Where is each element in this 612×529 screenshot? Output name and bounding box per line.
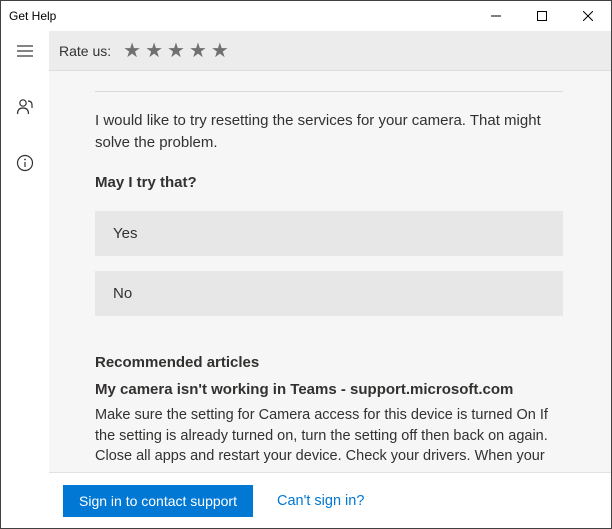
minimize-icon bbox=[491, 11, 501, 21]
cant-signin-link[interactable]: Can't sign in? bbox=[271, 487, 370, 515]
hamburger-icon bbox=[16, 42, 34, 60]
star-icon[interactable]: ★ bbox=[189, 41, 207, 61]
window-title: Get Help bbox=[9, 9, 56, 23]
star-icon[interactable]: ★ bbox=[145, 41, 163, 61]
menu-button[interactable] bbox=[1, 31, 49, 71]
body-wrap: I would like to try resetting the servic… bbox=[1, 71, 611, 528]
rating-stars: ★ ★ ★ ★ ★ bbox=[123, 41, 229, 61]
bottom-bar: Sign in to contact support Can't sign in… bbox=[49, 472, 611, 528]
rate-label: Rate us: bbox=[59, 43, 111, 59]
rate-bar: Rate us: ★ ★ ★ ★ ★ bbox=[1, 31, 611, 71]
close-icon bbox=[583, 11, 593, 21]
assistant-message: I would like to try resetting the servic… bbox=[95, 110, 563, 154]
article-title[interactable]: My camera isn't working in Teams - suppo… bbox=[95, 381, 563, 398]
signin-button[interactable]: Sign in to contact support bbox=[63, 485, 253, 517]
close-button[interactable] bbox=[565, 1, 611, 31]
option-yes-button[interactable]: Yes bbox=[95, 211, 563, 256]
divider bbox=[95, 91, 563, 92]
star-icon[interactable]: ★ bbox=[211, 41, 229, 61]
info-icon bbox=[16, 154, 34, 172]
assistant-question: May I try that? bbox=[95, 172, 563, 194]
contact-support-nav[interactable] bbox=[1, 87, 49, 127]
minimize-button[interactable] bbox=[473, 1, 519, 31]
content-inner: I would like to try resetting the servic… bbox=[67, 91, 593, 486]
window-controls bbox=[473, 1, 611, 31]
main-content: I would like to try resetting the servic… bbox=[49, 71, 611, 528]
side-rail bbox=[1, 31, 49, 528]
title-bar: Get Help bbox=[1, 1, 611, 31]
star-icon[interactable]: ★ bbox=[123, 41, 141, 61]
star-icon[interactable]: ★ bbox=[167, 41, 185, 61]
recommended-articles-heading: Recommended articles bbox=[95, 354, 563, 371]
maximize-icon bbox=[537, 11, 547, 21]
headset-person-icon bbox=[16, 98, 34, 116]
about-nav[interactable] bbox=[1, 143, 49, 183]
maximize-button[interactable] bbox=[519, 1, 565, 31]
option-no-button[interactable]: No bbox=[95, 271, 563, 316]
